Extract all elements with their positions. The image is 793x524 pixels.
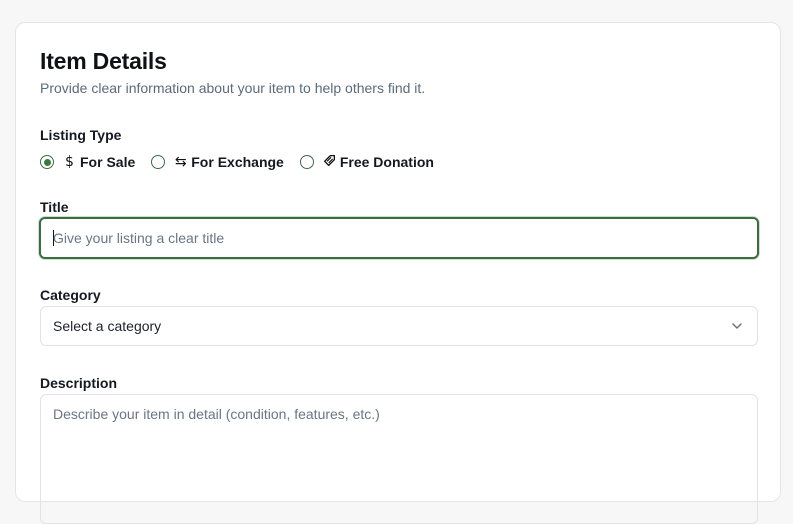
gift-icon [323,154,336,170]
title-input[interactable]: Give your listing a clear title [39,217,759,259]
listing-type-radio-group: $ For Sale ⇆ For Exchange Free Donation [40,153,434,171]
category-label: Category [40,287,101,303]
category-selected-value: Select a category [53,318,162,334]
title-field-label: Title [40,199,69,215]
page-subtitle: Provide clear information about your ite… [40,80,426,96]
title-input-placeholder: Give your listing a clear title [53,230,225,246]
listing-type-label: Listing Type [40,127,122,143]
radio-for-exchange-circle[interactable] [151,155,166,169]
description-placeholder: Describe your item in detail (condition,… [53,406,380,422]
page-title: Item Details [40,48,167,74]
radio-for-sale-circle[interactable] [40,155,54,169]
dollar-icon: $ [65,154,74,170]
radio-for-sale-label: For Sale [80,154,136,170]
radio-free-donation[interactable]: Free Donation [299,154,434,170]
radio-for-exchange[interactable]: ⇆ For Exchange [151,154,284,170]
radio-free-donation-circle[interactable] [299,155,314,169]
radio-for-sale[interactable]: $ For Sale [40,154,135,170]
description-textarea[interactable]: Describe your item in detail (condition,… [40,394,758,524]
category-select[interactable]: Select a category [40,306,758,346]
description-label: Description [40,375,118,391]
radio-for-exchange-label: For Exchange [191,154,284,170]
radio-free-donation-label: Free Donation [339,154,434,170]
exchange-icon: ⇆ [174,154,187,170]
chevron-down-icon [732,323,742,329]
item-details-card: Item Details Provide clear information a… [15,22,781,524]
